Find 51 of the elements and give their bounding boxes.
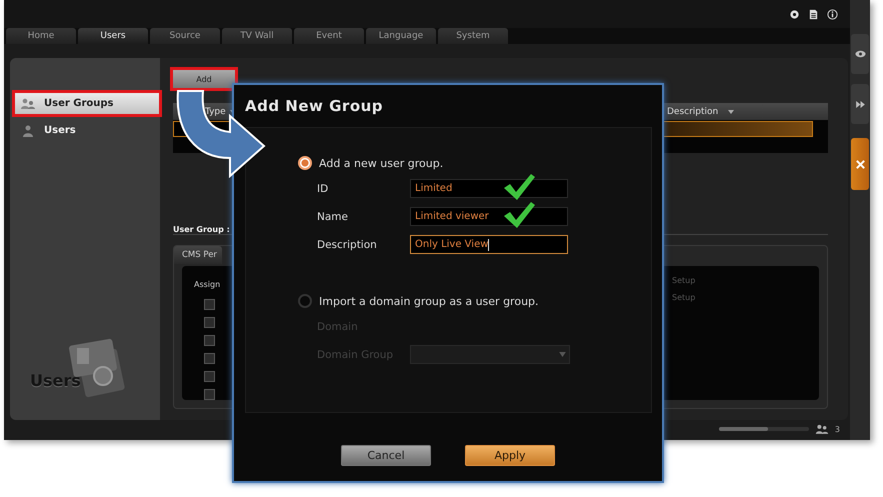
- users-icon: [20, 98, 36, 110]
- checkbox[interactable]: [204, 389, 215, 400]
- radio-button[interactable]: [298, 294, 312, 308]
- sidebar-item[interactable]: User Groups: [12, 90, 162, 117]
- permission-item: Setup: [672, 293, 696, 302]
- info-icon[interactable]: [827, 8, 838, 20]
- input-field[interactable]: Only Live View: [410, 235, 568, 254]
- column-header[interactable]: Description: [667, 106, 718, 116]
- document-icon[interactable]: [808, 8, 819, 20]
- sidebar-item[interactable]: Users: [12, 117, 162, 144]
- checkbox[interactable]: [204, 371, 215, 382]
- tab[interactable]: Event: [294, 28, 364, 44]
- tab[interactable]: Home: [6, 28, 76, 44]
- view-button[interactable]: [851, 34, 869, 74]
- field-label: Description: [317, 238, 378, 250]
- user-count: 3: [834, 424, 840, 434]
- section-label: User Group :: [173, 225, 230, 234]
- field-label: ID: [317, 182, 330, 194]
- dialog-title: Add New Group: [245, 97, 384, 115]
- dropdown[interactable]: [410, 345, 570, 364]
- tab[interactable]: Users: [78, 28, 148, 44]
- checkbox[interactable]: [204, 317, 215, 328]
- tab[interactable]: Language: [366, 28, 436, 44]
- sort-icon[interactable]: [728, 110, 734, 114]
- tab[interactable]: TV Wall: [222, 28, 292, 44]
- radio-button[interactable]: [298, 156, 312, 170]
- volume-slider[interactable]: [718, 427, 809, 431]
- cancel-button[interactable]: Cancel: [341, 445, 431, 466]
- caret-icon: [559, 352, 566, 357]
- permission-tab[interactable]: CMS Per: [174, 246, 222, 264]
- input-field[interactable]: Limited viewer: [410, 207, 568, 226]
- checkbox[interactable]: [204, 353, 215, 364]
- users-icon: [814, 424, 829, 434]
- forward-button[interactable]: [851, 84, 869, 124]
- user-icon: [20, 124, 36, 136]
- option-label: Add a new user group.: [319, 156, 444, 170]
- tab[interactable]: Source: [150, 28, 220, 44]
- column-header: Assign: [194, 280, 220, 289]
- column-header[interactable]: Type: [205, 106, 226, 116]
- add-button[interactable]: Add: [173, 70, 235, 88]
- eye-icon: [854, 50, 866, 58]
- option-label: Import a domain group as a user group.: [319, 294, 539, 308]
- field-label: Name: [317, 210, 349, 222]
- checkbox[interactable]: [204, 335, 215, 346]
- tab[interactable]: System: [438, 28, 508, 44]
- permission-item: Setup: [672, 276, 696, 285]
- input-field[interactable]: Limited: [410, 179, 568, 198]
- tools-button[interactable]: [851, 138, 869, 190]
- fast-forward-icon: [856, 100, 864, 108]
- apply-button[interactable]: Apply: [465, 445, 555, 466]
- checkbox[interactable]: [204, 299, 215, 310]
